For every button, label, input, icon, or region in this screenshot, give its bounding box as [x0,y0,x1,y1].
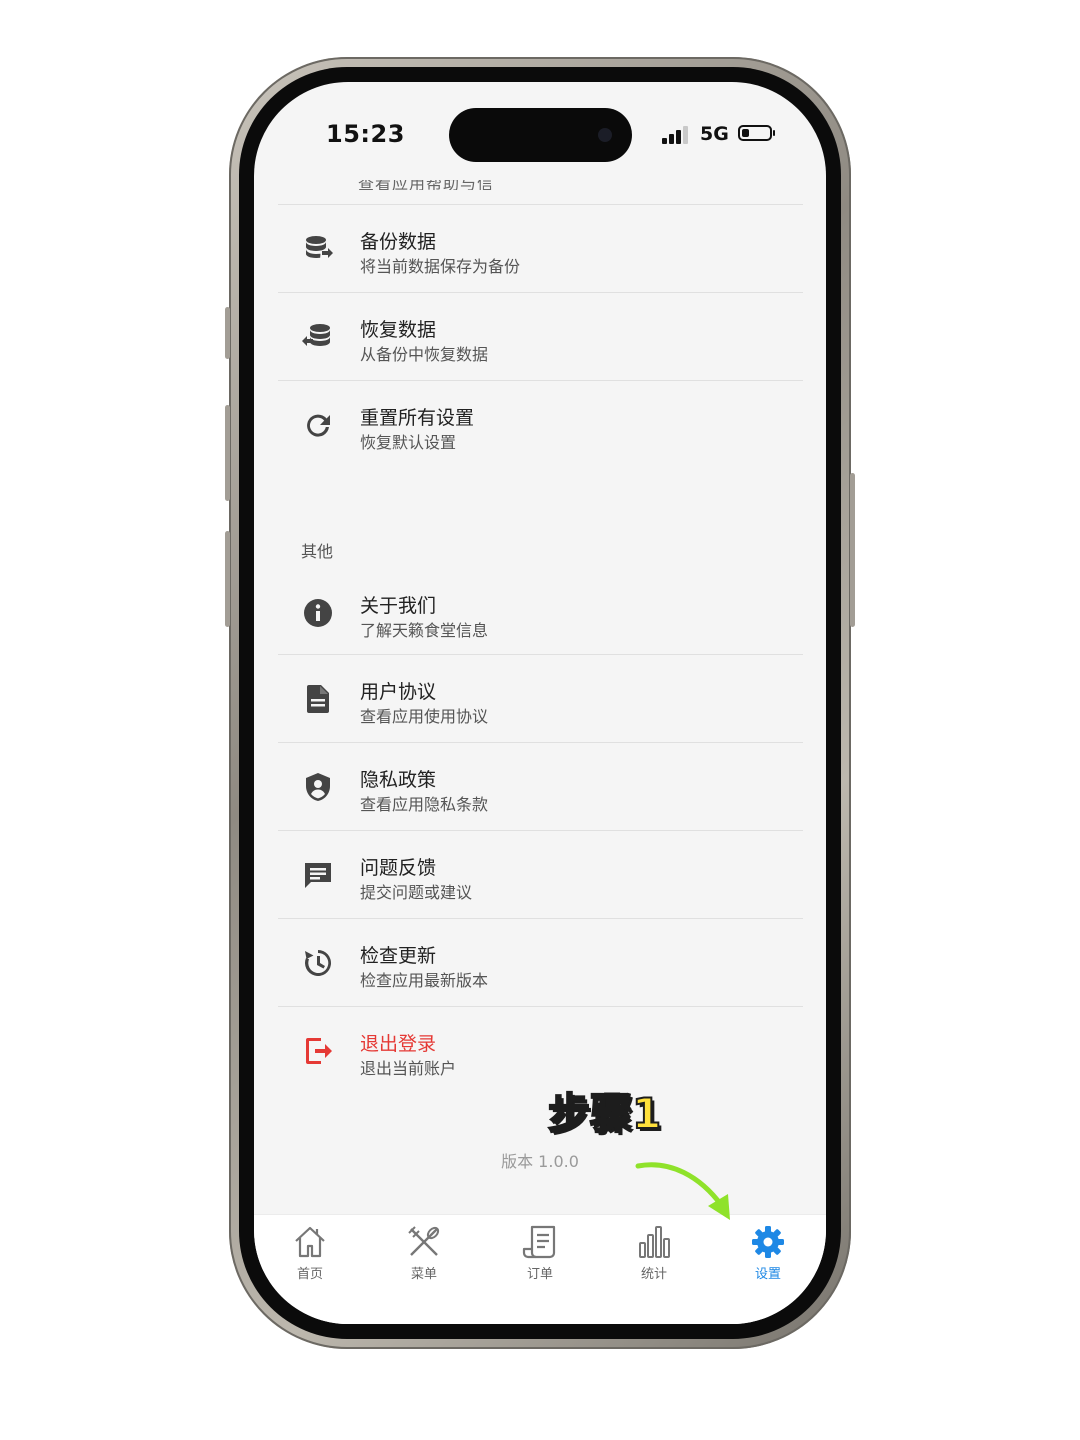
settings-item-about[interactable]: 关于我们 了解天籁食堂信息 [278,570,803,656]
step-annotation: 步骤1 [547,1088,662,1139]
volume-down-button [225,531,230,627]
item-title: 检查更新 [360,945,437,967]
divider [278,204,803,205]
settings-item-reset[interactable]: 重置所有设置 恢复默认设置 [278,382,803,468]
item-description: 了解天籁食堂信息 [360,621,489,640]
item-description: 恢复默认设置 [360,433,457,452]
database-restore-icon [302,321,334,353]
item-description: 查看应用使用协议 [360,707,489,726]
tab-label: 菜单 [410,1267,437,1282]
scrolled-item-peek: 查看应用帮助与信息 [358,180,495,190]
volume-up-button [225,405,230,501]
battery-level [742,129,749,137]
settings-item-restore[interactable]: 恢复数据 从备份中恢复数据 [278,294,803,380]
tab-stats[interactable]: 统计 [619,1223,689,1293]
divider [278,380,803,381]
item-description: 检查应用最新版本 [360,971,489,990]
logout-icon [302,1035,334,1067]
document-icon [302,683,334,715]
item-description: 查看应用隐私条款 [360,795,489,814]
divider [278,918,803,919]
item-title: 问题反馈 [360,857,437,879]
tab-orders[interactable]: 订单 [505,1223,575,1293]
item-description: 从备份中恢复数据 [360,345,489,364]
settings-item-feedback[interactable]: 问题反馈 提交问题或建议 [278,832,803,918]
tab-label: 订单 [526,1267,553,1282]
update-icon [302,947,334,979]
settings-item-update[interactable]: 检查更新 检查应用最新版本 [278,920,803,1006]
home-icon [291,1223,329,1261]
item-title: 重置所有设置 [360,407,475,429]
item-description: 退出当前账户 [360,1059,457,1078]
settings-item-logout[interactable]: 退出登录 退出当前账户 [278,1008,803,1094]
power-button [850,473,855,627]
tab-label: 统计 [640,1267,667,1282]
bezel: 15:23 5G 查看应用帮助与信息 [239,67,841,1339]
camera-dot [598,128,612,142]
section-title-other: 其他 [301,542,334,561]
divider [278,830,803,831]
divider [278,292,803,293]
gear-icon [749,1223,787,1261]
utensils-icon [405,1223,443,1261]
receipt-icon [521,1223,559,1261]
tab-settings[interactable]: 设置 [733,1223,803,1293]
info-icon [302,597,334,629]
item-title: 退出登录 [360,1033,437,1055]
dynamic-island [449,108,632,162]
screen: 15:23 5G 查看应用帮助与信息 [254,82,826,1324]
divider [278,654,803,655]
item-title: 隐私政策 [360,769,437,791]
tab-label: 设置 [754,1267,781,1282]
mute-switch [225,307,230,359]
item-description: 提交问题或建议 [360,883,473,902]
message-icon [302,859,334,891]
item-description: 将当前数据保存为备份 [360,257,521,276]
signal-icon [662,124,692,144]
shield-icon [302,771,334,803]
settings-item-backup[interactable]: 备份数据 将当前数据保存为备份 [278,206,803,292]
settings-item-agreement[interactable]: 用户协议 查看应用使用协议 [278,656,803,742]
phone-frame: 15:23 5G 查看应用帮助与信息 [225,57,855,1349]
settings-item-privacy[interactable]: 隐私政策 查看应用隐私条款 [278,744,803,830]
tab-home[interactable]: 首页 [275,1223,345,1293]
tab-bar: 首页 菜单 订单 统计 设置 [254,1214,826,1324]
divider [278,1006,803,1007]
battery-icon [738,125,775,141]
item-title: 用户协议 [360,681,437,703]
bar-chart-icon [635,1223,673,1261]
item-title: 关于我们 [360,595,437,617]
item-title: 恢复数据 [360,319,437,341]
refresh-icon [302,409,334,441]
item-title: 备份数据 [360,231,437,253]
tab-label: 首页 [296,1267,323,1282]
version-label: 版本 1.0.0 [501,1152,579,1171]
database-upload-icon [302,233,334,265]
tab-menu[interactable]: 菜单 [389,1223,459,1293]
pointer-arrow-icon [635,1162,730,1220]
status-time: 15:23 [326,120,405,148]
network-type: 5G [700,123,729,145]
divider [278,742,803,743]
